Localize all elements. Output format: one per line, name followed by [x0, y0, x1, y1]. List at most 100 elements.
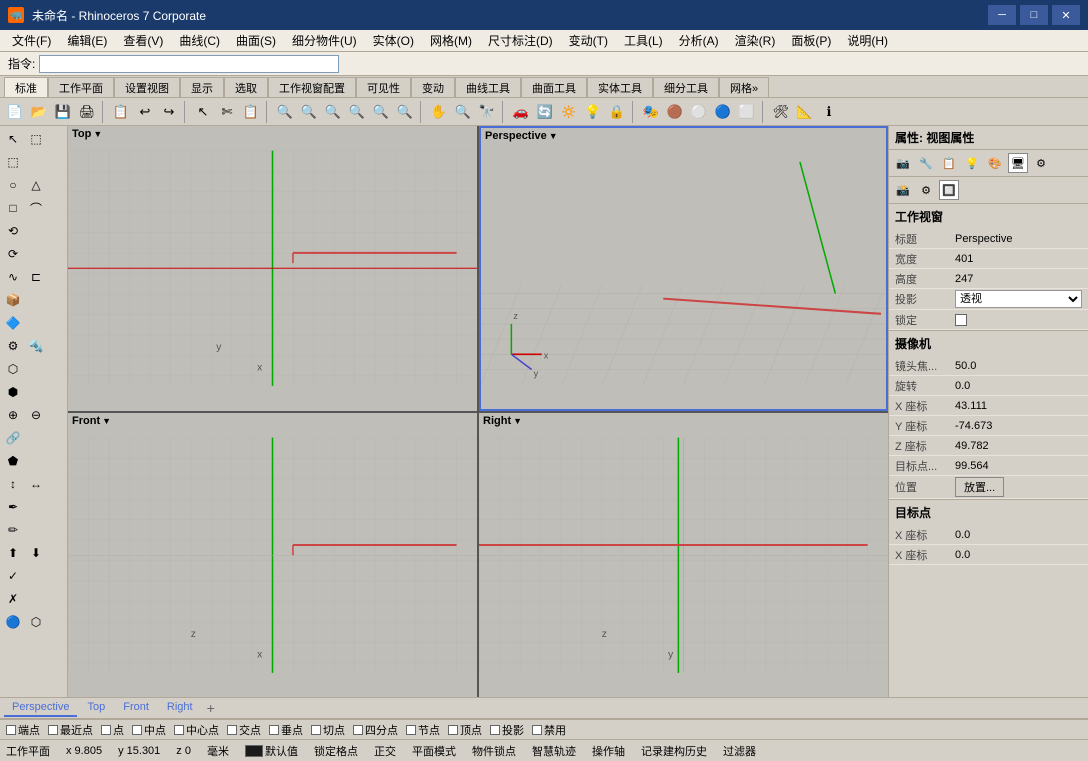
- prop-icon-gear[interactable]: ⚙: [916, 180, 936, 200]
- toolbar-icon-26[interactable]: 🔅: [558, 101, 580, 123]
- toolbar-icon-9[interactable]: ↖: [192, 101, 214, 123]
- toolbar-icon-1[interactable]: 📂: [28, 101, 50, 123]
- left-tool-4[interactable]: ○: [2, 174, 24, 196]
- viewport-front-dropdown[interactable]: ▼: [102, 416, 111, 426]
- toolbar-tab-工作平面[interactable]: 工作平面: [48, 77, 114, 97]
- toolbar-icon-15[interactable]: 🔍: [322, 101, 344, 123]
- left-tool-7[interactable]: ⌒: [25, 197, 47, 219]
- status-checkbox-交点[interactable]: [227, 725, 237, 735]
- status-checkbox-切点[interactable]: [311, 725, 321, 735]
- left-tool-33[interactable]: ✒: [2, 496, 24, 518]
- menu-item-曲线(C)[interactable]: 曲线(C): [171, 30, 228, 51]
- menu-item-网格(M)[interactable]: 网格(M): [422, 30, 480, 51]
- toolbar-icon-11[interactable]: 📋: [240, 101, 262, 123]
- viewport-tab-Perspective[interactable]: Perspective: [4, 699, 77, 717]
- left-tool-36[interactable]: ⬆: [2, 542, 24, 564]
- prop-icon-detail[interactable]: ⚙: [1031, 153, 1051, 173]
- status-checkbox-中心点[interactable]: [174, 725, 184, 735]
- viewport-perspective[interactable]: Perspective ▼: [479, 126, 888, 411]
- toolbar-icon-21[interactable]: 🔍: [452, 101, 474, 123]
- status-item-最近点[interactable]: 最近点: [48, 722, 93, 738]
- status-checkbox-垂点[interactable]: [269, 725, 279, 735]
- status-checkbox-四分点[interactable]: [353, 725, 363, 735]
- prop-icon-frame[interactable]: 🔲: [939, 180, 959, 200]
- status-checkbox-最近点[interactable]: [48, 725, 58, 735]
- bottom-item-物件锁点[interactable]: 物件锁点: [472, 743, 516, 759]
- menu-item-文件(F)[interactable]: 文件(F): [4, 30, 59, 51]
- toolbar-icon-27[interactable]: 💡: [582, 101, 604, 123]
- maximize-button[interactable]: □: [1020, 5, 1048, 25]
- toolbar-tab-细分工具[interactable]: 细分工具: [653, 77, 719, 97]
- toolbar-tab-变动[interactable]: 变动: [411, 77, 455, 97]
- color-swatch[interactable]: [245, 745, 263, 757]
- left-tool-43[interactable]: ⬡: [25, 611, 47, 633]
- left-tool-1[interactable]: ⬚: [25, 128, 47, 150]
- left-tool-18[interactable]: ⚙: [2, 335, 24, 357]
- menu-item-变动(T)[interactable]: 变动(T): [561, 30, 616, 51]
- prop-icon-camera[interactable]: 📷: [893, 153, 913, 173]
- left-tool-34[interactable]: ✏: [2, 519, 24, 541]
- viewport-top[interactable]: Top ▼ y x: [68, 126, 477, 411]
- left-tool-16[interactable]: 🔷: [2, 312, 24, 334]
- lock-checkbox[interactable]: [955, 314, 967, 326]
- status-checkbox-禁用[interactable]: [532, 725, 542, 735]
- status-item-四分点[interactable]: 四分点: [353, 722, 398, 738]
- toolbar-tab-工作视窗配置[interactable]: 工作视窗配置: [268, 77, 356, 97]
- left-tool-28[interactable]: ⬟: [2, 450, 24, 472]
- toolbar-icon-38[interactable]: ℹ: [818, 101, 840, 123]
- toolbar-icon-10[interactable]: ✄: [216, 101, 238, 123]
- toolbar-icon-34[interactable]: ⬜: [736, 101, 758, 123]
- prop-icon-cam2[interactable]: 📸: [893, 180, 913, 200]
- viewport-right[interactable]: Right ▼ z y: [479, 413, 888, 698]
- left-tool-22[interactable]: ⬢: [2, 381, 24, 403]
- toolbar-tab-网格»[interactable]: 网格»: [719, 77, 769, 97]
- menu-item-编辑(E)[interactable]: 编辑(E): [59, 30, 115, 51]
- toolbar-tab-选取[interactable]: 选取: [224, 77, 268, 97]
- left-tool-31[interactable]: ↔: [25, 473, 47, 495]
- viewport-top-dropdown[interactable]: ▼: [93, 129, 102, 139]
- menu-item-实体(O)[interactable]: 实体(O): [365, 30, 422, 51]
- toolbar-icon-30[interactable]: 🎭: [640, 101, 662, 123]
- bottom-item-记录建构历史[interactable]: 记录建构历史: [641, 743, 707, 759]
- toolbar-icon-33[interactable]: 🔵: [712, 101, 734, 123]
- left-tool-9[interactable]: ⟲: [2, 220, 24, 242]
- toolbar-icon-2[interactable]: 💾: [52, 101, 74, 123]
- toolbar-icon-22[interactable]: 🔭: [476, 101, 498, 123]
- left-tool-6[interactable]: □: [2, 197, 24, 219]
- bottom-item-锁定格点[interactable]: 锁定格点: [314, 743, 358, 759]
- viewport-tab-Front[interactable]: Front: [115, 699, 157, 717]
- toolbar-icon-36[interactable]: 🛠: [770, 101, 792, 123]
- viewport-right-dropdown[interactable]: ▼: [513, 416, 522, 426]
- projection-select[interactable]: 透视 正交: [955, 290, 1082, 308]
- status-checkbox-投影[interactable]: [490, 725, 500, 735]
- position-button[interactable]: 放置...: [955, 477, 1004, 497]
- toolbar-icon-18[interactable]: 🔍: [394, 101, 416, 123]
- menu-item-分析(A)[interactable]: 分析(A): [671, 30, 727, 51]
- status-item-中心点[interactable]: 中心点: [174, 722, 219, 738]
- viewport-perspective-dropdown[interactable]: ▼: [549, 131, 558, 141]
- left-tool-15[interactable]: 📦: [2, 289, 24, 311]
- prop-icon-render[interactable]: 🎨: [985, 153, 1005, 173]
- prop-icon-light[interactable]: 💡: [962, 153, 982, 173]
- left-tool-30[interactable]: ↕: [2, 473, 24, 495]
- minimize-button[interactable]: ─: [988, 5, 1016, 25]
- toolbar-icon-37[interactable]: 📐: [794, 101, 816, 123]
- left-tool-13[interactable]: ⊏: [25, 266, 47, 288]
- viewport-right-label[interactable]: Right ▼: [483, 415, 522, 427]
- status-item-切点[interactable]: 切点: [311, 722, 345, 738]
- viewport-tab-Top[interactable]: Top: [79, 699, 113, 717]
- left-tool-24[interactable]: ⊕: [2, 404, 24, 426]
- toolbar-icon-31[interactable]: 🟤: [664, 101, 686, 123]
- menu-item-查看(V)[interactable]: 查看(V): [115, 30, 171, 51]
- left-tool-27[interactable]: 🔗: [2, 427, 24, 449]
- status-item-点[interactable]: 点: [101, 722, 124, 738]
- toolbar-icon-6[interactable]: ↩: [134, 101, 156, 123]
- toolbar-icon-7[interactable]: ↪: [158, 101, 180, 123]
- menu-item-说明(H)[interactable]: 说明(H): [839, 30, 896, 51]
- status-item-节点[interactable]: 节点: [406, 722, 440, 738]
- toolbar-icon-0[interactable]: 📄: [4, 101, 26, 123]
- menu-item-尺寸标注(D)[interactable]: 尺寸标注(D): [480, 30, 561, 51]
- close-button[interactable]: ✕: [1052, 5, 1080, 25]
- menu-item-细分物件(U)[interactable]: 细分物件(U): [284, 30, 365, 51]
- status-checkbox-端点[interactable]: [6, 725, 16, 735]
